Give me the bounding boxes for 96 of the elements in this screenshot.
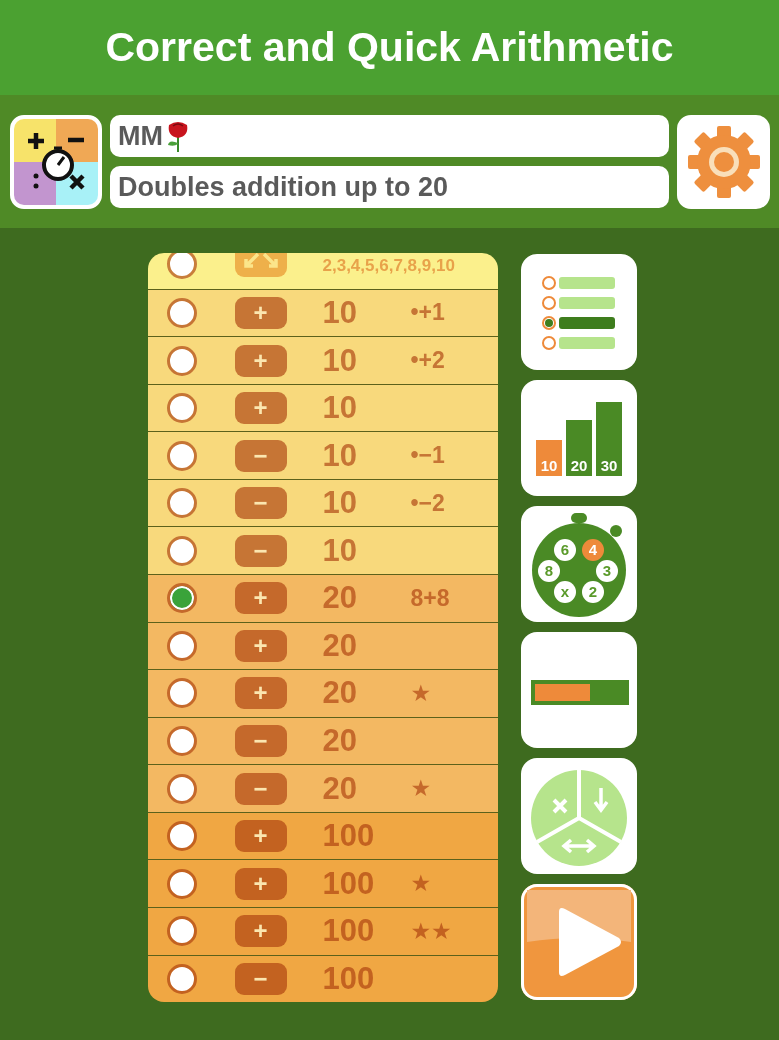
- level-row[interactable]: + 10 •+2: [147, 337, 498, 384]
- level-row[interactable]: + 20 ★: [147, 670, 498, 717]
- radio-button[interactable]: [166, 535, 197, 566]
- bar-chart-icon: [535, 402, 622, 476]
- range-label: 20: [322, 770, 357, 807]
- play-icon: [558, 908, 621, 976]
- timer-button[interactable]: 6 4 8 3 x 2: [520, 506, 637, 622]
- range-label: 10: [322, 437, 357, 474]
- level-row[interactable]: + 100 ★★: [147, 907, 498, 955]
- app-title: Correct and Quick Arithmetic: [105, 24, 674, 71]
- radio-button[interactable]: [166, 678, 197, 709]
- radio-button[interactable]: [166, 821, 197, 852]
- radio-button[interactable]: [166, 868, 197, 899]
- operation-badge: +: [234, 392, 287, 425]
- note-label: •+2: [410, 347, 445, 374]
- level-row[interactable]: + 10 •+1: [147, 289, 498, 337]
- note-label: ★: [410, 775, 432, 803]
- radio-button[interactable]: [166, 963, 197, 994]
- note-label: 8+8: [410, 584, 450, 612]
- dial-number: 8: [544, 562, 553, 579]
- operation-badge: +: [234, 915, 287, 948]
- range-label: 10: [322, 390, 357, 427]
- range-label: 10: [322, 532, 357, 569]
- settings-button[interactable]: [677, 114, 770, 209]
- operation-badge: +: [234, 296, 287, 329]
- progress-bar-icon: [530, 680, 629, 705]
- operation-badge: +: [234, 677, 287, 710]
- range-label: 20: [322, 580, 357, 617]
- level-row[interactable]: − 10: [147, 527, 498, 575]
- level-row[interactable]: − 100: [147, 955, 498, 1002]
- player-name-field[interactable]: MM: [110, 115, 669, 157]
- dial-number: 4: [588, 541, 597, 558]
- dial-number: 3: [602, 562, 611, 579]
- operation-badge: −: [234, 439, 287, 472]
- dial-number: 2: [588, 583, 597, 600]
- mode-button[interactable]: [520, 758, 637, 874]
- radio-button[interactable]: [166, 345, 197, 376]
- radio-button[interactable]: [166, 583, 197, 614]
- radio-button[interactable]: [166, 773, 197, 804]
- radio-button[interactable]: [166, 726, 197, 756]
- play-button[interactable]: [520, 884, 637, 1000]
- bar-label: 20: [570, 457, 587, 474]
- level-row[interactable]: − 20: [147, 717, 498, 765]
- operation-badge: −: [234, 487, 287, 520]
- radio-button[interactable]: [166, 393, 197, 424]
- level-row[interactable]: − 10 •−1: [147, 432, 498, 479]
- level-row[interactable]: 2,3,4,5,6,7,8,9,10: [147, 253, 498, 289]
- level-row[interactable]: + 10: [147, 384, 498, 432]
- operation-badge: −: [234, 772, 287, 805]
- note-label: ★: [410, 870, 432, 898]
- operation-badge: +: [234, 629, 287, 662]
- operation-badge: +: [234, 867, 287, 900]
- radio-button[interactable]: [166, 440, 197, 471]
- operation-badge: −: [234, 962, 287, 995]
- table-numbers: 2,3,4,5,6,7,8,9,10: [322, 256, 455, 276]
- operation-badge: −: [234, 725, 287, 757]
- level-row[interactable]: + 20: [147, 622, 498, 670]
- range-label: 20: [322, 675, 357, 712]
- note-label: •−2: [410, 489, 445, 517]
- bar-label: 30: [600, 457, 617, 474]
- range-label: 10: [322, 485, 357, 522]
- operation-badge: −: [234, 534, 287, 567]
- operation-badge: +: [234, 344, 287, 377]
- bar-label: 10: [540, 457, 557, 474]
- description-field[interactable]: Doubles addition up to 20: [110, 166, 669, 208]
- note-label: •−1: [410, 442, 445, 470]
- progress-button[interactable]: [520, 632, 637, 748]
- operation-badge: +: [234, 582, 287, 615]
- range-label: 100: [322, 818, 375, 855]
- radio-button[interactable]: [166, 916, 197, 947]
- range-label: 100: [322, 960, 375, 997]
- list-icon: [541, 276, 615, 350]
- level-row[interactable]: + 100: [147, 812, 498, 860]
- level-row[interactable]: + 100 ★: [147, 860, 498, 907]
- range-label: 10: [322, 342, 357, 379]
- range-label: 10: [322, 294, 357, 331]
- note-label: ★: [410, 679, 432, 707]
- list-button[interactable]: [520, 254, 637, 370]
- radio-button[interactable]: [166, 488, 197, 519]
- note-label: •+1: [410, 299, 445, 327]
- radio-button[interactable]: [166, 630, 197, 661]
- range-label: 20: [322, 627, 357, 664]
- chart-button[interactable]: 10 20 30: [520, 380, 637, 496]
- radio-button[interactable]: [166, 253, 197, 279]
- range-label: 20: [322, 723, 357, 759]
- level-row[interactable]: − 20 ★: [147, 765, 498, 812]
- radio-button[interactable]: [166, 297, 197, 328]
- dial-number: 6: [560, 541, 569, 558]
- range-label: 100: [322, 865, 375, 902]
- mode-wheel-icon: [530, 768, 627, 866]
- level-row[interactable]: + 20 8+8: [147, 575, 498, 622]
- level-row[interactable]: − 10 •−2: [147, 479, 498, 527]
- range-label: 100: [322, 913, 375, 950]
- operation-badge: +: [234, 820, 287, 853]
- dial-number: x: [560, 583, 569, 600]
- note-label: ★★: [410, 917, 452, 945]
